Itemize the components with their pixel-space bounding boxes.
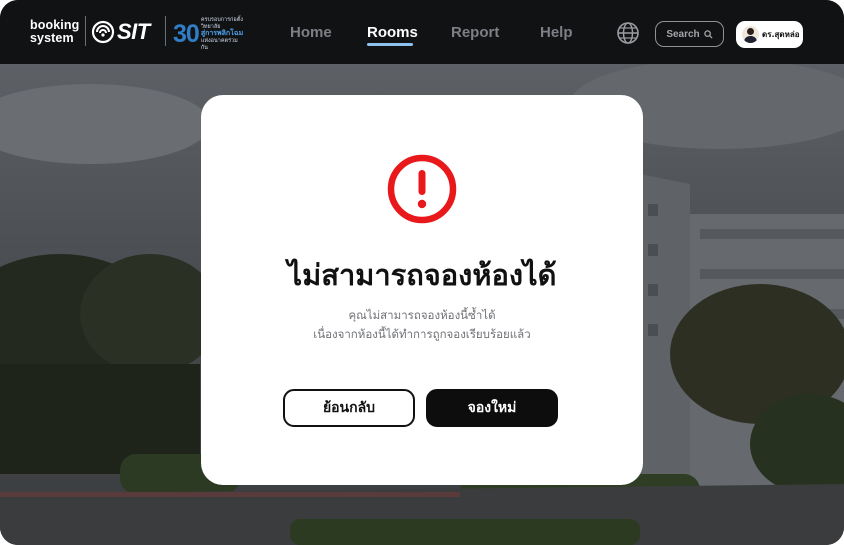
- rebook-button[interactable]: จองใหม่: [426, 389, 558, 427]
- dialog-message-line-2: เนื่องจากห้องนี้ได้ทำการถูกจองเรียบร้อยแ…: [313, 327, 531, 341]
- avatar: [742, 26, 759, 43]
- search-icon: [703, 29, 713, 39]
- dialog-message: คุณไม่สามารถจองห้องนี้ซ้ำได้ เนื่องจากห้…: [201, 306, 643, 344]
- nav-report[interactable]: Report: [451, 24, 499, 42]
- anniversary-line-2: สู่การพลิกโฉม: [200, 30, 244, 37]
- anniversary-line-3: แห่งอนาคตร่วมกัน: [200, 38, 238, 51]
- active-tab-indicator: [367, 43, 413, 46]
- anniversary-number: 30: [173, 20, 200, 48]
- dialog-title: ไม่สามารถจองห้องได้: [287, 258, 557, 292]
- back-button[interactable]: ย้อนกลับ: [283, 389, 415, 427]
- anniversary-logo: 30 ครบรอบการก่อตั้งวิทยาลัย สู่การพลิกโฉ…: [173, 17, 245, 51]
- app-logo[interactable]: booking system: [30, 19, 80, 45]
- sit-wordmark: SIT: [117, 19, 150, 44]
- alert-icon: [387, 154, 457, 224]
- sit-emblem-icon: [91, 20, 115, 44]
- brand-line-2: system: [30, 31, 74, 45]
- search-label: Search: [666, 28, 700, 40]
- anniversary-line-1: ครบรอบการก่อตั้งวิทยาลัย: [200, 17, 243, 30]
- nav-home[interactable]: Home: [290, 24, 332, 42]
- user-name: ดร.สุดหล่อ: [762, 30, 800, 39]
- top-navbar: booking system SIT 30 ครบรอบการก่อตั้งวิ…: [0, 0, 844, 64]
- nav-divider: [85, 16, 86, 46]
- globe-icon[interactable]: [616, 21, 640, 45]
- nav-rooms[interactable]: Rooms: [367, 24, 418, 42]
- dialog-message-line-1: คุณไม่สามารถจองห้องนี้ซ้ำได้: [348, 308, 496, 322]
- search-button[interactable]: Search: [655, 21, 724, 47]
- user-profile-button[interactable]: ดร.สุดหล่อ: [736, 21, 803, 48]
- error-dialog: ไม่สามารถจองห้องได้ คุณไม่สามารถจองห้องน…: [201, 95, 643, 485]
- nav-divider: [165, 16, 166, 46]
- app-window: booking system SIT 30 ครบรอบการก่อตั้งวิ…: [0, 0, 844, 545]
- nav-help[interactable]: Help: [540, 24, 573, 42]
- sit-logo: SIT: [91, 19, 150, 45]
- anniversary-tagline: ครบรอบการก่อตั้งวิทยาลัย สู่การพลิกโฉม แ…: [201, 17, 245, 51]
